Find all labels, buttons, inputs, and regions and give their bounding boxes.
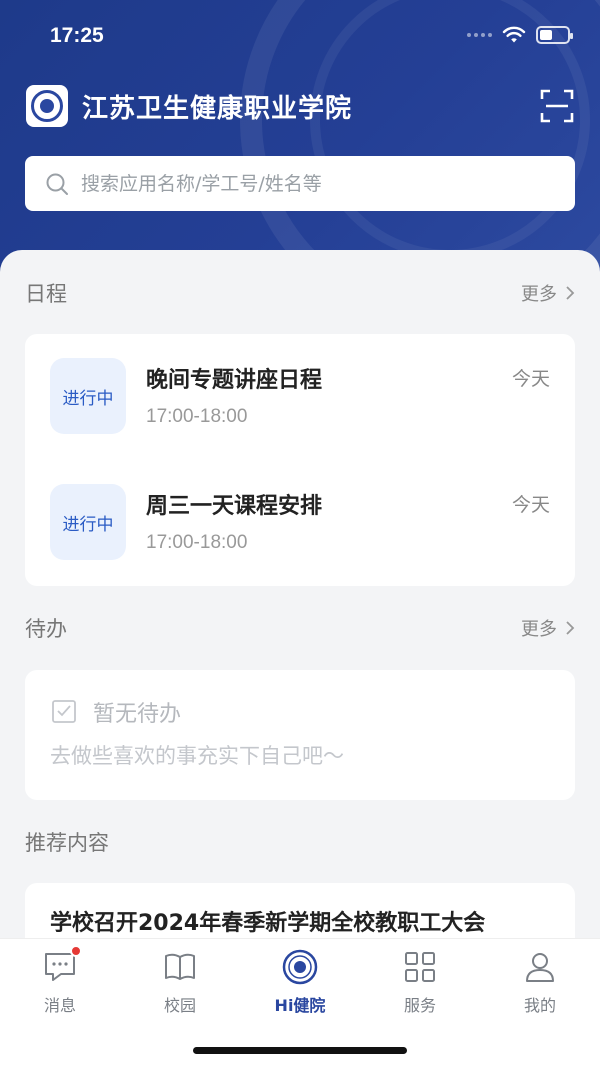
recommend-title: 推荐内容 <box>25 831 109 855</box>
status-icons <box>467 26 573 44</box>
schedule-item-day: 今天 <box>511 368 550 390</box>
news-title: 学校召开2024年春季新学期全校教职工大会 <box>50 911 486 936</box>
book-icon <box>162 949 198 985</box>
wifi-icon <box>502 26 526 43</box>
tab-label: 我的 <box>523 996 556 1015</box>
status-time: 17:25 <box>50 24 104 47</box>
schedule-header: 日程 更多 <box>25 278 575 308</box>
todo-empty-title: 暂无待办 <box>93 702 182 727</box>
chevron-right-icon <box>566 286 575 300</box>
notification-dot <box>70 945 82 957</box>
schedule-item-title: 周三一天课程安排 <box>146 494 323 519</box>
schedule-title: 日程 <box>25 282 67 306</box>
tab-label: 消息 <box>43 996 76 1015</box>
main-content: 日程 更多 进行中 晚间专题讲座日程 17:00-18:00 今天 进行中 周三… <box>0 250 600 1003</box>
tab-campus[interactable]: 校园 <box>120 949 240 1019</box>
schedule-item-time: 17:00-18:00 <box>146 406 248 427</box>
todo-card: 暂无待办 去做些喜欢的事充实下自己吧～ <box>25 670 575 800</box>
todo-title: 待办 <box>25 617 67 641</box>
schedule-item-title: 晚间专题讲座日程 <box>146 368 323 393</box>
search-input[interactable] <box>81 172 575 195</box>
schedule-item-day: 今天 <box>511 494 550 516</box>
title-row: 江苏卫生健康职业学院 <box>26 84 574 128</box>
status-bar: 17:25 <box>0 22 600 54</box>
home-indicator[interactable] <box>193 1047 407 1054</box>
scan-icon[interactable] <box>540 89 574 123</box>
app-title: 江苏卫生健康职业学院 <box>82 93 353 124</box>
todo-header: 待办 更多 <box>25 613 575 643</box>
search-icon <box>46 173 68 195</box>
tab-hi-jianyuan[interactable]: Hi健院 <box>240 949 360 1019</box>
schedule-card: 进行中 晚间专题讲座日程 17:00-18:00 今天 进行中 周三一天课程安排… <box>25 334 575 586</box>
tab-label: Hi健院 <box>274 996 326 1015</box>
tab-services[interactable]: 服务 <box>360 949 480 1019</box>
status-badge: 进行中 <box>50 484 126 560</box>
todo-more-link[interactable]: 更多 <box>521 615 575 641</box>
chevron-right-icon <box>566 621 575 635</box>
tab-profile[interactable]: 我的 <box>480 949 600 1019</box>
schedule-item[interactable]: 进行中 周三一天课程安排 17:00-18:00 今天 <box>50 484 550 562</box>
status-badge: 进行中 <box>50 358 126 434</box>
battery-icon <box>536 26 573 44</box>
message-icon <box>42 945 82 985</box>
tab-label: 服务 <box>403 996 436 1015</box>
school-logo <box>26 85 68 127</box>
search-bar[interactable] <box>25 156 575 211</box>
recommend-header: 推荐内容 <box>25 827 575 857</box>
checklist-icon <box>52 700 76 723</box>
schedule-item[interactable]: 进行中 晚间专题讲座日程 17:00-18:00 今天 <box>50 358 550 436</box>
tab-label: 校园 <box>163 996 196 1015</box>
grid-icon <box>402 949 438 985</box>
schedule-more-link[interactable]: 更多 <box>521 280 575 306</box>
more-label: 更多 <box>521 619 557 640</box>
tab-messages[interactable]: 消息 <box>0 945 120 1019</box>
user-icon <box>522 949 558 985</box>
signal-icon <box>467 33 492 37</box>
school-logo-icon <box>282 949 318 985</box>
schedule-item-time: 17:00-18:00 <box>146 532 248 553</box>
todo-empty-subtitle: 去做些喜欢的事充实下自己吧～ <box>50 744 344 768</box>
more-label: 更多 <box>521 284 557 305</box>
